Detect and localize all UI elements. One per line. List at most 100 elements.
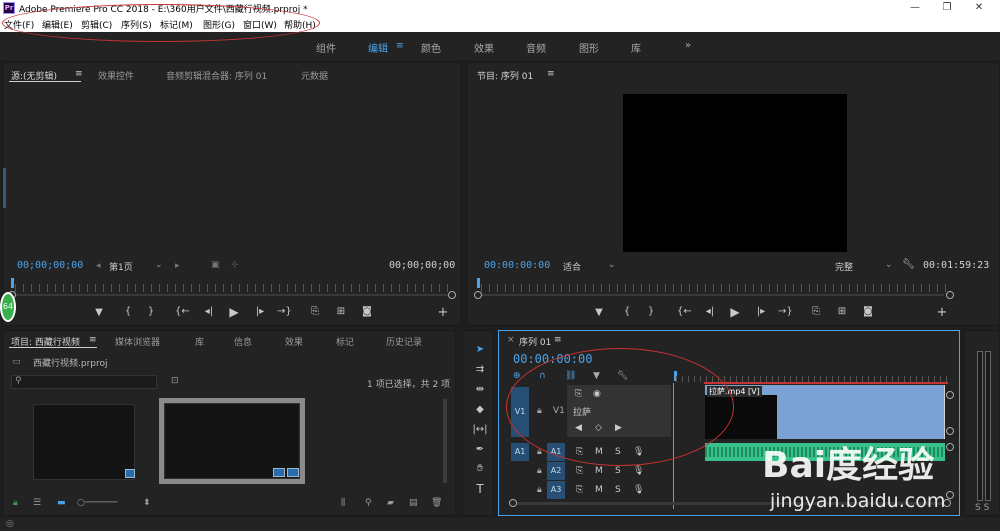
overwrite-icon[interactable]: ⊞ bbox=[334, 306, 348, 317]
go-to-out-icon[interactable]: →} bbox=[778, 306, 793, 317]
list-view-icon[interactable]: ☰ bbox=[33, 498, 41, 508]
zoom-scrollbar[interactable] bbox=[482, 294, 944, 296]
settings-icon[interactable]: ▣ bbox=[211, 260, 220, 270]
safe-margins-icon[interactable]: ⊹ bbox=[231, 260, 239, 270]
lock-icon[interactable]: 🔒︎ bbox=[537, 466, 542, 476]
trash-icon[interactable]: 🗑︎ bbox=[431, 498, 442, 508]
export-frame-icon[interactable]: ◙ bbox=[360, 306, 374, 317]
tab-libraries[interactable]: 库 bbox=[195, 335, 204, 348]
icon-view-icon[interactable]: ▬ bbox=[57, 498, 66, 508]
close-icon[interactable]: × bbox=[507, 335, 515, 345]
step-back-icon[interactable]: ◂| bbox=[703, 306, 717, 317]
a-scroll-handle[interactable] bbox=[946, 443, 954, 451]
step-forward-icon[interactable]: |▸ bbox=[253, 306, 267, 317]
hand-tool-icon[interactable]: ✋︎ bbox=[472, 463, 488, 477]
clip-thumbnail[interactable] bbox=[33, 404, 135, 480]
scroll-start-handle[interactable] bbox=[474, 291, 482, 299]
project-menu-icon[interactable]: ≡ bbox=[89, 335, 97, 345]
mute-button[interactable]: M bbox=[595, 466, 603, 476]
quality-select[interactable]: 完整 bbox=[835, 260, 853, 273]
search-input[interactable] bbox=[11, 375, 157, 389]
close-button[interactable]: ✕ bbox=[964, 0, 994, 16]
minimize-button[interactable]: — bbox=[900, 0, 930, 16]
workspace-effects[interactable]: 效果 bbox=[474, 40, 494, 55]
go-to-in-icon[interactable]: {← bbox=[175, 306, 190, 317]
lift-icon[interactable]: ⎘ bbox=[809, 306, 823, 317]
new-item-icon[interactable]: ▤ bbox=[409, 498, 418, 508]
fit-select[interactable]: 适合 bbox=[563, 260, 581, 273]
add-marker-icon[interactable]: ▼ bbox=[592, 307, 606, 318]
panel-resize-handle[interactable] bbox=[3, 168, 6, 208]
new-bin-icon[interactable]: ▰ bbox=[387, 498, 394, 508]
a2-track-label[interactable]: A2 bbox=[547, 462, 565, 480]
automate-to-sequence-icon[interactable]: ⫼ bbox=[341, 498, 345, 508]
razor-tool-icon[interactable]: ◆ bbox=[472, 404, 488, 418]
selection-tool-icon[interactable]: ➤ bbox=[472, 344, 488, 358]
insert-icon[interactable]: ⎘ bbox=[308, 306, 322, 317]
v-scroll-handle[interactable] bbox=[946, 427, 954, 435]
track-select-tool-icon[interactable]: ⇉ bbox=[472, 364, 488, 378]
go-to-out-icon[interactable]: →} bbox=[277, 306, 292, 317]
zoom-slider[interactable]: ○────── bbox=[77, 498, 117, 508]
clip-thumbnail[interactable] bbox=[164, 403, 300, 479]
workspace-editing[interactable]: 编辑 bbox=[368, 40, 388, 55]
ripple-edit-tool-icon[interactable]: ⇹ bbox=[472, 384, 488, 398]
find-icon[interactable]: ⚲ bbox=[365, 498, 372, 508]
mark-out-icon[interactable]: } bbox=[144, 306, 158, 317]
playhead[interactable] bbox=[477, 278, 480, 288]
type-tool-icon[interactable]: T bbox=[472, 482, 488, 496]
source-ruler[interactable] bbox=[15, 284, 451, 292]
go-to-in-icon[interactable]: {← bbox=[677, 306, 692, 317]
maximize-button[interactable]: ❐ bbox=[932, 0, 962, 16]
extract-icon[interactable]: ⊞ bbox=[835, 306, 849, 317]
slip-tool-icon[interactable]: |↔| bbox=[472, 424, 488, 438]
workspace-libraries[interactable]: 库 bbox=[631, 40, 641, 55]
button-editor-icon[interactable]: + bbox=[935, 305, 949, 320]
mark-in-icon[interactable]: { bbox=[620, 306, 634, 317]
add-marker-icon[interactable]: ▼ bbox=[92, 307, 106, 318]
workspace-graphics[interactable]: 图形 bbox=[579, 40, 599, 55]
page-prev-icon[interactable]: ◂ bbox=[96, 261, 101, 271]
lock-icon[interactable]: 🔒︎ bbox=[13, 498, 18, 508]
program-timecode[interactable]: 00:00:00:00 bbox=[484, 260, 550, 271]
tab-program[interactable]: 节目: 序列 01 bbox=[477, 69, 533, 82]
tab-audio-clip-mixer[interactable]: 音频剪辑混合器: 序列 01 bbox=[166, 69, 267, 82]
tab-history[interactable]: 历史记录 bbox=[386, 335, 422, 348]
tab-effects[interactable]: 效果 bbox=[285, 335, 303, 348]
solo-meter-icon[interactable]: S S bbox=[975, 503, 989, 513]
selected-thumbnail-frame[interactable] bbox=[159, 398, 305, 484]
video-clip[interactable]: 拉萨.mp4 [V] bbox=[705, 385, 945, 439]
workspace-more-icon[interactable]: » bbox=[685, 40, 691, 51]
tab-metadata[interactable]: 元数据 bbox=[301, 69, 328, 82]
tab-info[interactable]: 信息 bbox=[234, 335, 252, 348]
play-icon[interactable]: ▶ bbox=[728, 305, 742, 319]
solo-button[interactable]: S bbox=[615, 466, 621, 476]
export-frame-icon[interactable]: ◙ bbox=[861, 306, 875, 317]
workspace-audio[interactable]: 音频 bbox=[526, 40, 546, 55]
workspace-assembly[interactable]: 组件 bbox=[316, 40, 336, 55]
microphone-icon[interactable]: 🎙︎ bbox=[633, 466, 644, 476]
program-menu-icon[interactable]: ≡ bbox=[547, 69, 555, 79]
lock-icon[interactable]: 🔒︎ bbox=[537, 485, 542, 495]
new-search-bin-icon[interactable]: ⊡ bbox=[171, 376, 179, 386]
scroll-end-handle[interactable] bbox=[448, 291, 456, 299]
wrench-icon[interactable]: 🔧︎ bbox=[902, 259, 915, 270]
a3-track-label[interactable]: A3 bbox=[547, 481, 565, 499]
mute-button[interactable]: M bbox=[595, 485, 603, 495]
scroll-start-handle[interactable] bbox=[509, 499, 517, 507]
v-scroll-handle[interactable] bbox=[946, 391, 954, 399]
playhead[interactable] bbox=[11, 278, 14, 288]
sync-lock-icon[interactable]: ⎘ bbox=[576, 466, 583, 476]
program-ruler[interactable] bbox=[481, 284, 951, 292]
play-icon[interactable]: ▶ bbox=[227, 305, 241, 319]
project-scrollbar[interactable] bbox=[443, 399, 447, 483]
pen-tool-icon[interactable]: ✒ bbox=[472, 444, 488, 458]
work-area-bar[interactable] bbox=[704, 382, 948, 384]
microphone-icon[interactable]: 🎙︎ bbox=[633, 485, 644, 495]
mark-out-icon[interactable]: } bbox=[644, 306, 658, 317]
a1-source-patch[interactable]: A1 bbox=[511, 443, 529, 461]
page-select[interactable]: 第1页 bbox=[109, 260, 133, 273]
source-timecode[interactable]: 00;00;00;00 bbox=[17, 260, 83, 271]
step-back-icon[interactable]: ◂| bbox=[202, 306, 216, 317]
solo-button[interactable]: S bbox=[615, 485, 621, 495]
